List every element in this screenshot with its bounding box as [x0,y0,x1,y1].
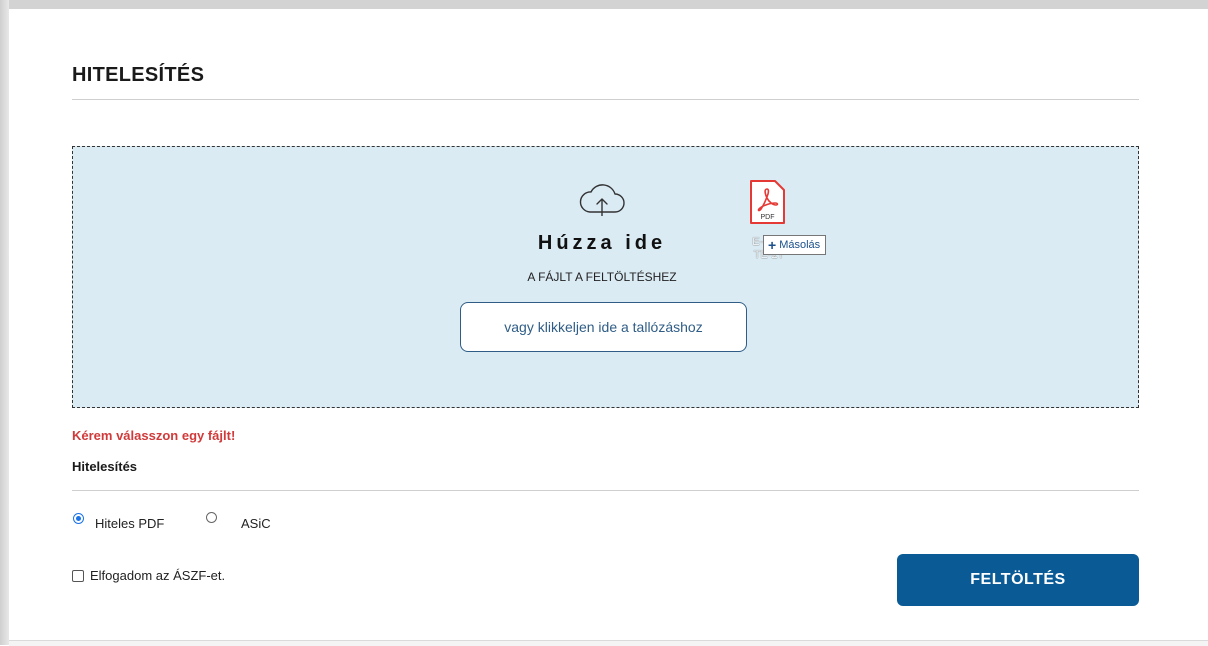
section-label: Hitelesítés [72,459,138,474]
dropzone-heading: Húzza ide [537,232,667,254]
svg-text:PDF: PDF [761,214,775,221]
title-divider [72,99,1139,100]
upload-button[interactable]: FELTÖLTÉS [897,554,1139,606]
section-divider [72,490,1139,491]
browse-button[interactable]: vagy klikkeljen ide a tallózáshoz [460,302,747,352]
pdf-file-icon: PDF [750,180,785,224]
terms-label: Elfogadom az ÁSZF-et. [90,568,226,583]
window-left-edge [0,0,9,645]
drag-preview: PDF E-ON_ TE-2T + Másolás [723,178,853,273]
radio-hiteles-pdf-label: Hiteles PDF [95,516,165,531]
page-title: HITELESÍTÉS [72,64,205,86]
cloud-upload-icon [579,184,625,216]
radio-asic[interactable] [206,512,217,523]
radio-hiteles-pdf[interactable] [73,513,84,524]
window-top-edge [0,0,1208,9]
copy-tooltip-label: Másolás [779,239,821,251]
copy-tooltip: + Másolás [763,235,827,255]
plus-icon: + [768,237,777,253]
terms-checkbox[interactable] [72,570,84,582]
error-message: Kérem válasszon egy fájlt! [72,428,236,443]
radio-asic-label: ASiC [241,516,271,531]
window-bottom-edge [9,640,1208,646]
dropzone-subheading: A FÁJLT A FELTÖLTÉSHEZ [527,270,677,284]
